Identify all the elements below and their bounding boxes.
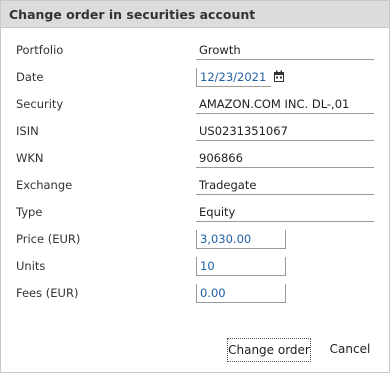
isin-label: ISIN	[16, 124, 39, 138]
exchange-row: Exchange Tradegate	[1, 176, 389, 196]
date-row: Date 12/23/2021	[1, 68, 389, 88]
wkn-field[interactable]: 906866	[196, 149, 374, 168]
date-input[interactable]: 12/23/2021	[196, 68, 271, 87]
security-label: Security	[16, 97, 64, 111]
security-value: AMAZON.COM INC. DL-,01	[199, 97, 350, 111]
portfolio-value: Growth	[199, 43, 241, 57]
wkn-value: 906866	[199, 151, 243, 165]
price-label: Price (EUR)	[16, 232, 81, 246]
security-row: Security AMAZON.COM INC. DL-,01	[1, 95, 389, 115]
wkn-row: WKN 906866	[1, 149, 389, 169]
fees-label: Fees (EUR)	[16, 286, 79, 300]
exchange-field[interactable]: Tradegate	[196, 176, 374, 195]
units-value: 10	[200, 259, 215, 273]
type-label: Type	[16, 205, 43, 219]
portfolio-field[interactable]: Growth	[196, 41, 374, 60]
type-field[interactable]: Equity	[196, 203, 374, 222]
type-row: Type Equity	[1, 203, 389, 223]
date-value: 12/23/2021	[200, 70, 267, 84]
price-input[interactable]: 3,030.00	[196, 230, 286, 249]
price-row: Price (EUR) 3,030.00	[1, 230, 389, 250]
fees-row: Fees (EUR) 0.00	[1, 284, 389, 304]
portfolio-label: Portfolio	[16, 43, 64, 57]
dialog-titlebar: Change order in securities account	[1, 1, 389, 28]
change-order-button[interactable]: Change order	[227, 338, 311, 362]
security-field[interactable]: AMAZON.COM INC. DL-,01	[196, 95, 374, 114]
wkn-label: WKN	[16, 151, 44, 165]
calendar-icon[interactable]	[274, 70, 284, 82]
units-row: Units 10	[1, 257, 389, 277]
isin-row: ISIN US0231351067	[1, 122, 389, 142]
change-order-dialog: Change order in securities account Portf…	[0, 0, 390, 373]
portfolio-row: Portfolio Growth	[1, 41, 389, 61]
date-label: Date	[16, 70, 44, 84]
price-value: 3,030.00	[200, 232, 252, 246]
units-label: Units	[16, 259, 46, 273]
cancel-button[interactable]: Cancel	[326, 338, 374, 360]
isin-value: US0231351067	[199, 124, 288, 138]
isin-field[interactable]: US0231351067	[196, 122, 374, 141]
type-value: Equity	[199, 205, 236, 219]
exchange-value: Tradegate	[199, 178, 257, 192]
exchange-label: Exchange	[16, 178, 73, 192]
dialog-title: Change order in securities account	[9, 6, 256, 22]
units-input[interactable]: 10	[196, 257, 286, 276]
fees-input[interactable]: 0.00	[196, 284, 286, 303]
fees-value: 0.00	[200, 286, 226, 300]
